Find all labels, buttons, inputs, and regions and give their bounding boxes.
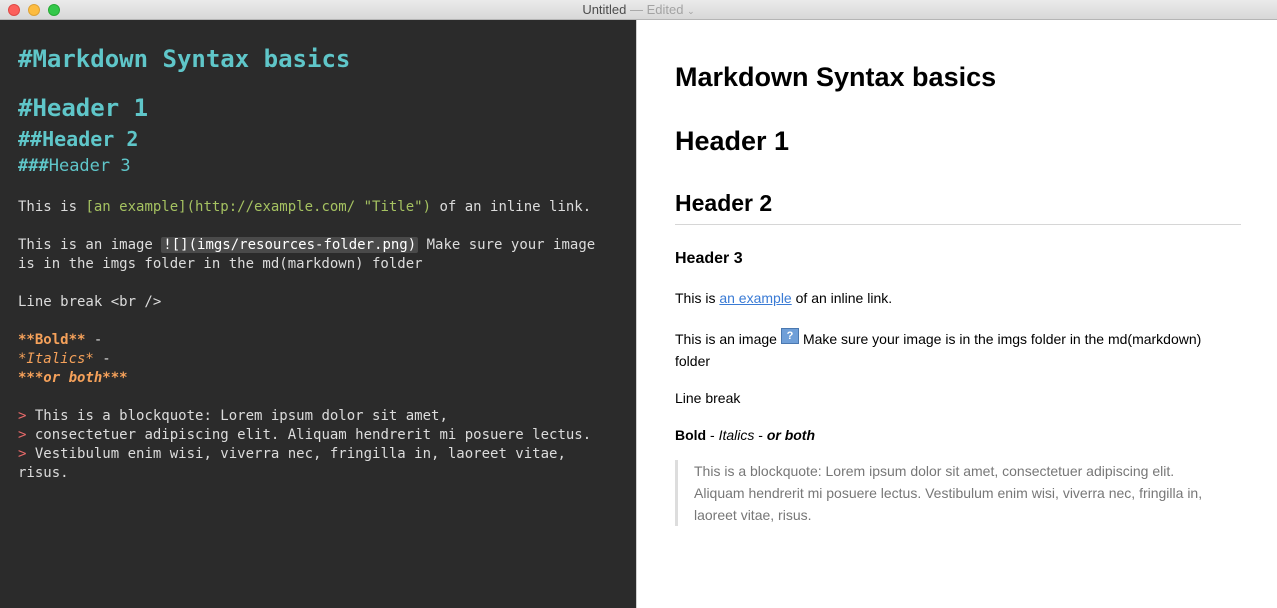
preview-pane: Markdown Syntax basics Header 1 Header 2… — [636, 20, 1277, 608]
editor-link-line: This is [an example](http://example.com/… — [18, 199, 592, 215]
preview-image-paragraph: This is an image? Make sure your image is… — [675, 328, 1202, 369]
editor-link-syntax: [an example](http://example.com/ "Title"… — [85, 199, 432, 215]
h2-divider — [675, 224, 1241, 225]
italic-text: Italics — [718, 427, 755, 443]
title-separator: — — [626, 2, 647, 17]
document-name: Untitled — [582, 2, 627, 17]
editor-image-line: This is an image ![](imgs/resources-fold… — [18, 237, 596, 253]
editor-quote-line-2: > consectetuer adipiscing elit. Aliquam … — [18, 427, 592, 443]
markdown-editor-pane[interactable]: #Markdown Syntax basics #Header 1 ##Head… — [0, 20, 636, 608]
broken-image-icon: ? — [780, 328, 799, 344]
edited-status: Edited — [646, 2, 684, 17]
editor-linebreak-line: Line break <br /> — [18, 294, 162, 310]
chevron-down-icon[interactable]: ⌄ — [687, 6, 695, 16]
editor-h3-line: ###Header 3 — [18, 156, 131, 176]
editor-bold-line: **Bold** - — [18, 332, 103, 348]
window-titlebar: Untitled — Edited ⌄ — [0, 0, 1277, 20]
preview-linebreak-paragraph: Line break — [675, 390, 741, 406]
editor-quote-line-4: risus. — [18, 465, 69, 481]
preview-blockquote: This is a blockquote: Lorem ipsum dolor … — [675, 460, 1224, 526]
bold-italic-text: or both — [766, 427, 816, 443]
preview-h3: Header 3 — [675, 250, 743, 267]
preview-emphasis-paragraph: Bold - Italics - or both — [675, 427, 816, 443]
editor-h2-line: ##Header 2 — [18, 127, 139, 151]
editor-italics-line: *Italics* - — [18, 351, 111, 367]
editor-both-line: ***or both*** — [18, 370, 128, 386]
preview-link-paragraph: This is an example of an inline link. — [675, 290, 893, 306]
editor-title-line: #Markdown Syntax basics — [18, 45, 351, 73]
window-title[interactable]: Untitled — Edited ⌄ — [0, 2, 1277, 19]
editor-quote-line-1: > This is a blockquote: Lorem ipsum dolo… — [18, 408, 448, 424]
editor-quote-line-3: > Vestibulum enim wisi, viverra nec, fri… — [18, 446, 566, 462]
editor-image-line-2: is in the imgs folder in the md(markdown… — [18, 256, 423, 272]
editor-image-syntax: ![](imgs/resources-folder.png) — [161, 237, 419, 253]
preview-h2: Header 2 — [675, 190, 773, 216]
preview-h1: Header 1 — [675, 126, 790, 156]
preview-title: Markdown Syntax basics — [675, 62, 997, 92]
example-link[interactable]: an example — [719, 290, 791, 306]
editor-h1-line: #Header 1 — [18, 94, 149, 122]
bold-text: Bold — [675, 427, 707, 443]
